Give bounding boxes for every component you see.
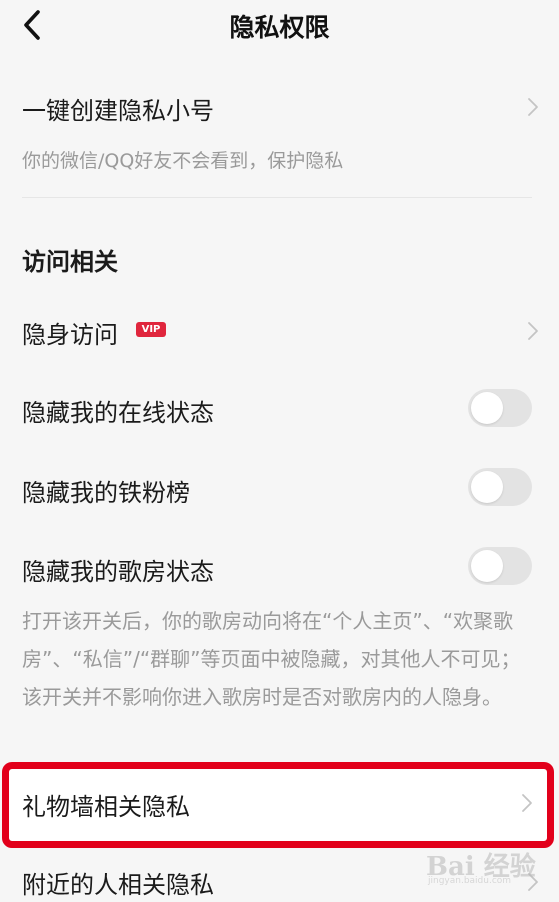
invisible-visit-row[interactable]: 隐身访问 VIP bbox=[0, 308, 559, 354]
private-account-label: 一键创建隐私小号 bbox=[22, 97, 214, 125]
toggle-knob bbox=[471, 392, 503, 424]
hide-room-label: 隐藏我的歌房状态 bbox=[22, 558, 214, 586]
hide-room-row: 隐藏我的歌房状态 bbox=[0, 545, 559, 589]
header-bar: 隐私权限 bbox=[0, 0, 559, 56]
chevron-right-icon bbox=[527, 321, 539, 341]
gift-wall-row[interactable]: 礼物墙相关隐私 bbox=[0, 780, 559, 824]
chevron-right-icon bbox=[521, 793, 533, 813]
nearby-label: 附近的人相关隐私 bbox=[22, 871, 214, 899]
section-title-visit: 访问相关 bbox=[22, 248, 118, 276]
private-account-desc: 你的微信/QQ好友不会看到，保护隐私 bbox=[22, 150, 344, 172]
watermark-sub: jingyan.baidu.com bbox=[428, 876, 512, 886]
hide-online-row: 隐藏我的在线状态 bbox=[0, 386, 559, 430]
hide-fans-row: 隐藏我的铁粉榜 bbox=[0, 466, 559, 510]
hide-fans-toggle[interactable] bbox=[468, 468, 532, 506]
hide-fans-label: 隐藏我的铁粉榜 bbox=[22, 479, 190, 507]
divider bbox=[22, 197, 532, 198]
toggle-knob bbox=[471, 550, 503, 582]
hide-room-toggle[interactable] bbox=[468, 547, 532, 585]
chevron-right-icon bbox=[527, 97, 539, 117]
page-title: 隐私权限 bbox=[229, 13, 330, 42]
hide-room-desc: 打开该开关后，你的歌房动向将在“个人主页”、“欢聚歌房”、“私信”/“群聊”等页… bbox=[22, 609, 521, 709]
invisible-visit-label: 隐身访问 bbox=[22, 321, 118, 349]
vip-badge: VIP bbox=[136, 322, 166, 337]
baidu-watermark: Bai 经验 jingyan.baidu.com bbox=[426, 840, 536, 890]
privacy-settings-page: 隐私权限 一键创建隐私小号 你的微信/QQ好友不会看到，保护隐私 访问相关 隐身… bbox=[0, 0, 559, 902]
private-account-row[interactable]: 一键创建隐私小号 bbox=[0, 84, 559, 130]
hide-online-toggle[interactable] bbox=[468, 389, 532, 427]
gift-wall-label: 礼物墙相关隐私 bbox=[22, 793, 190, 821]
toggle-knob bbox=[471, 471, 503, 503]
hide-online-label: 隐藏我的在线状态 bbox=[22, 399, 214, 427]
